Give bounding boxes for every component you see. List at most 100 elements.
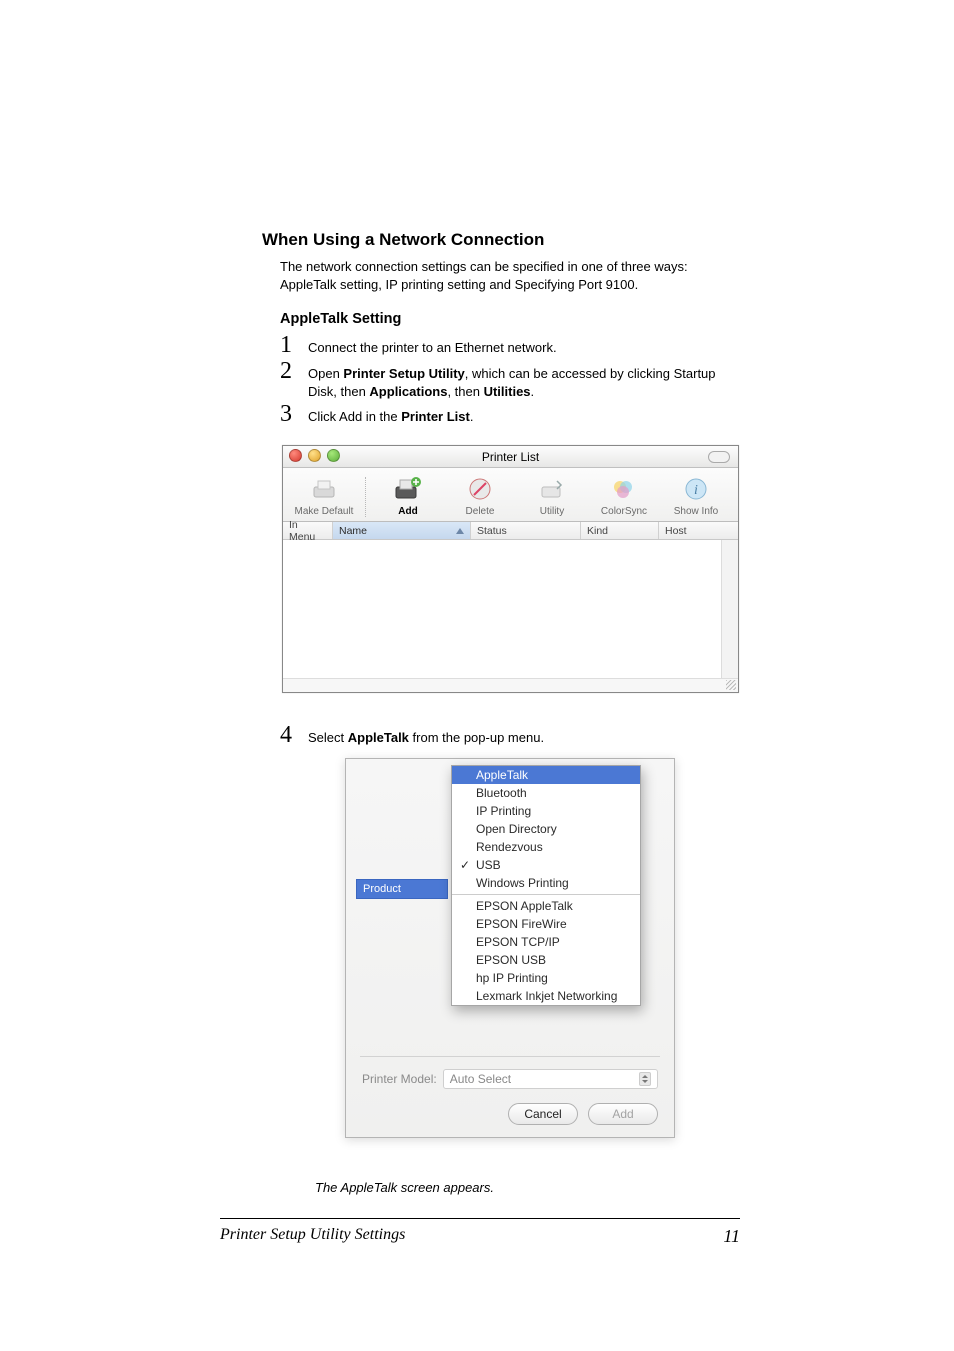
column-status[interactable]: Status [471, 522, 581, 539]
check-icon: ✓ [460, 858, 470, 872]
menu-separator [452, 894, 640, 895]
footer-rule [220, 1218, 740, 1219]
menu-item-epson-firewire[interactable]: EPSON FireWire [452, 915, 640, 933]
cancel-button[interactable]: Cancel [508, 1103, 578, 1125]
step-text: Connect the printer to an Ethernet netwo… [308, 337, 557, 357]
menu-item-open-directory[interactable]: Open Directory [452, 820, 640, 838]
text: . [470, 409, 474, 424]
label: USB [476, 858, 501, 872]
delete-icon [465, 474, 495, 504]
section-heading: When Using a Network Connection [262, 230, 738, 250]
step-list: 1 Connect the printer to an Ethernet net… [280, 333, 738, 426]
page: When Using a Network Connection The netw… [0, 0, 954, 1351]
text: , then [447, 384, 483, 399]
step-2: 2 Open Printer Setup Utility, which can … [280, 359, 738, 400]
step-4-wrap: 4 Select AppleTalk from the pop-up menu. [280, 723, 738, 749]
intro-line1: The network connection settings can be s… [280, 259, 688, 274]
text: Open [308, 366, 343, 381]
bold: Utilities [484, 384, 531, 399]
text: Select [308, 730, 348, 745]
toolbar-label: Add [398, 506, 417, 517]
step-text: Select AppleTalk from the pop-up menu. [308, 727, 544, 747]
bold: Printer Setup Utility [343, 366, 464, 381]
text: from the pop-up menu. [409, 730, 544, 745]
minimize-icon[interactable] [308, 449, 321, 462]
step-number: 4 [280, 723, 298, 747]
step-1: 1 Connect the printer to an Ethernet net… [280, 333, 738, 357]
menu-item-epson-tcpip[interactable]: EPSON TCP/IP [452, 933, 640, 951]
toolbar-toggle-icon[interactable] [708, 451, 730, 463]
sort-ascending-icon [456, 528, 464, 534]
content-block: When Using a Network Connection The netw… [262, 230, 738, 428]
utility-icon [537, 474, 567, 504]
page-footer: Printer Setup Utility Settings 11 [220, 1226, 740, 1247]
show-info-button[interactable]: i Show Info [665, 474, 727, 517]
step-number: 2 [280, 359, 298, 383]
printer-add-icon [393, 474, 423, 504]
svg-text:i: i [694, 483, 698, 498]
colorsync-icon [609, 474, 639, 504]
product-column-header[interactable]: Product [356, 879, 448, 899]
step-number: 3 [280, 402, 298, 426]
toolbar-label: ColorSync [601, 506, 647, 517]
printer-icon [309, 474, 339, 504]
menu-item-epson-appletalk[interactable]: EPSON AppleTalk [452, 897, 640, 915]
printer-model-label: Printer Model: [362, 1072, 437, 1086]
step-text: Click Add in the Printer List. [308, 406, 473, 426]
printer-model-select[interactable]: Auto Select [443, 1069, 658, 1089]
column-in-menu[interactable]: In Menu [283, 522, 333, 539]
text: Click Add in the [308, 409, 401, 424]
info-icon: i [681, 474, 711, 504]
menu-item-epson-usb[interactable]: EPSON USB [452, 951, 640, 969]
bold: Printer List [401, 409, 470, 424]
menu-item-appletalk[interactable]: AppleTalk [452, 766, 640, 784]
intro-paragraph: The network connection settings can be s… [280, 258, 738, 293]
text: . [531, 384, 535, 399]
zoom-icon[interactable] [327, 449, 340, 462]
window-title: Printer List [482, 450, 539, 464]
printer-model-value: Auto Select [450, 1072, 511, 1086]
make-default-button[interactable]: Make Default [293, 474, 355, 517]
figure-caption: The AppleTalk screen appears. [315, 1180, 494, 1195]
menu-item-windows-printing[interactable]: Windows Printing [452, 874, 640, 892]
page-number: 11 [723, 1226, 740, 1247]
menu-item-hp-ip[interactable]: hp IP Printing [452, 969, 640, 987]
table-header: In Menu Name Status Kind Host [283, 522, 738, 540]
printer-model-row: Printer Model: Auto Select [362, 1069, 658, 1089]
menu-item-usb[interactable]: ✓ USB [452, 856, 640, 874]
column-kind[interactable]: Kind [581, 522, 659, 539]
table-body [283, 540, 738, 678]
connection-dialog: Product AppleTalk Bluetooth IP Printing … [345, 758, 675, 1138]
column-host[interactable]: Host [659, 522, 738, 539]
toolbar-label: Show Info [674, 506, 718, 517]
add-button[interactable]: Add [588, 1103, 658, 1125]
sub-heading: AppleTalk Setting [280, 311, 738, 327]
menu-item-bluetooth[interactable]: Bluetooth [452, 784, 640, 802]
toolbar-label: Make Default [295, 506, 354, 517]
utility-button[interactable]: Utility [521, 474, 583, 517]
menu-item-ip-printing[interactable]: IP Printing [452, 802, 640, 820]
toolbar-label: Delete [466, 506, 495, 517]
printer-list-window: Printer List Make Default Add [282, 445, 739, 693]
intro-line2: AppleTalk setting, IP printing setting a… [280, 277, 638, 292]
bold: Applications [369, 384, 447, 399]
traffic-lights [289, 449, 340, 462]
column-label: Name [339, 525, 367, 537]
menu-item-lexmark[interactable]: Lexmark Inkjet Networking [452, 987, 640, 1005]
step-4: 4 Select AppleTalk from the pop-up menu. [280, 723, 738, 747]
colorsync-button[interactable]: ColorSync [593, 474, 655, 517]
resize-handle[interactable] [283, 678, 738, 692]
add-button[interactable]: Add [377, 474, 439, 517]
footer-title: Printer Setup Utility Settings [220, 1226, 405, 1247]
toolbar-label: Utility [540, 506, 564, 517]
divider [360, 1056, 660, 1057]
stepper-icon [639, 1072, 651, 1086]
step-text: Open Printer Setup Utility, which can be… [308, 363, 738, 400]
menu-item-rendezvous[interactable]: Rendezvous [452, 838, 640, 856]
delete-button[interactable]: Delete [449, 474, 511, 517]
close-icon[interactable] [289, 449, 302, 462]
separator [365, 477, 367, 517]
connection-type-menu[interactable]: AppleTalk Bluetooth IP Printing Open Dir… [451, 765, 641, 1006]
toolbar: Make Default Add Delete Utility [283, 468, 738, 522]
column-name[interactable]: Name [333, 522, 471, 539]
